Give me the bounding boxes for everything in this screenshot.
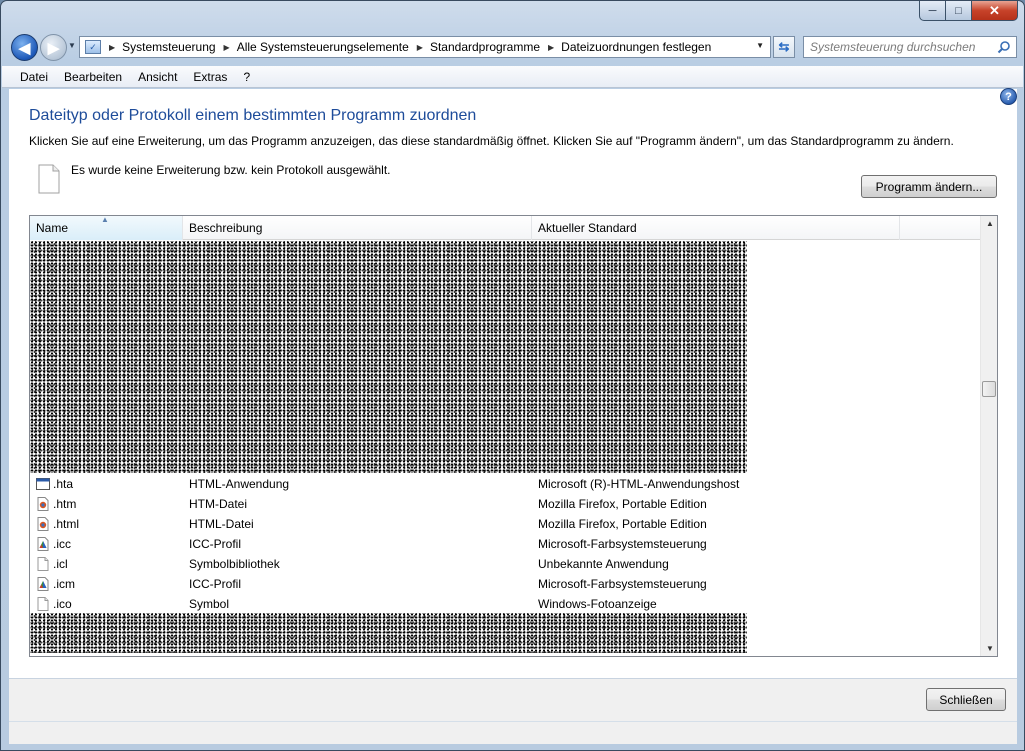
- back-button[interactable]: ◀: [11, 34, 38, 61]
- row-description: ICC-Profil: [189, 577, 242, 591]
- menu-help[interactable]: ?: [235, 70, 258, 84]
- column-header-description[interactable]: Beschreibung: [183, 216, 532, 240]
- page-title: Dateityp oder Protokoll einem bestimmten…: [29, 107, 477, 124]
- row-default: Microsoft-Farbsystemsteuerung: [538, 537, 707, 551]
- breadcrumb-standardprogramme[interactable]: Standardprogramme: [430, 40, 540, 54]
- minimize-icon: ─: [928, 4, 937, 17]
- chevron-right-icon[interactable]: ▶: [548, 43, 554, 52]
- sort-ascending-icon: ▲: [101, 215, 109, 224]
- column-header-name[interactable]: ▲ Name: [30, 216, 183, 240]
- address-dropdown-icon[interactable]: ▼: [756, 41, 764, 50]
- obscured-rows: [30, 241, 747, 473]
- control-panel-window: ─ □ ✕ ◀ ▶ ▼ ✓ ▶ Systemsteuerung ▶ Alle S…: [0, 0, 1025, 751]
- row-name: .htm: [53, 497, 77, 511]
- caption-buttons: ─ □ ✕: [919, 1, 1018, 21]
- scroll-up-icon[interactable]: ▲: [986, 219, 994, 228]
- forward-arrow-icon: ▶: [47, 39, 60, 57]
- list-item[interactable]: .html HTML-Datei Mozilla Firefox, Portab…: [30, 514, 980, 534]
- color-profile-icon: [37, 577, 49, 591]
- column-header-filler: [900, 216, 980, 240]
- row-name: .icc: [53, 537, 71, 551]
- firefox-document-icon: [37, 497, 49, 511]
- row-name: .hta: [53, 477, 74, 491]
- row-description: ICC-Profil: [189, 537, 242, 551]
- chevron-right-icon[interactable]: ▶: [109, 43, 115, 52]
- scroll-down-icon[interactable]: ▼: [986, 644, 994, 653]
- selection-status: Es wurde keine Erweiterung bzw. kein Pro…: [71, 163, 391, 177]
- color-profile-icon: [37, 537, 49, 551]
- list-item[interactable]: .icc ICC-Profil Microsoft-Farbsystemsteu…: [30, 534, 980, 554]
- search-box[interactable]: [803, 36, 1017, 58]
- row-default: Mozilla Firefox, Portable Edition: [538, 517, 707, 531]
- address-bar[interactable]: ✓ ▶ Systemsteuerung ▶ Alle Systemsteueru…: [79, 36, 771, 58]
- navigation-bar: ◀ ▶ ▼ ✓ ▶ Systemsteuerung ▶ Alle Systems…: [9, 33, 1017, 61]
- content-area: ? Dateityp oder Protokoll einem bestimmt…: [9, 88, 1017, 678]
- footer: Schließen: [9, 679, 1017, 721]
- list-item[interactable]: .icl Symbolbibliothek Unbekannte Anwendu…: [30, 554, 980, 574]
- row-description: HTML-Anwendung: [189, 477, 290, 491]
- list-body: .hta HTML-Anwendung Microsoft (R)-HTML-A…: [30, 241, 980, 656]
- column-header-default[interactable]: Aktueller Standard: [532, 216, 900, 240]
- column-header-description-label: Beschreibung: [189, 221, 263, 235]
- search-input[interactable]: [804, 37, 984, 57]
- file-association-list[interactable]: ▲ Name Beschreibung Aktueller Standard .…: [29, 215, 998, 657]
- row-description: HTM-Datei: [189, 497, 248, 511]
- row-description: HTML-Datei: [189, 517, 254, 531]
- blank-document-icon: [37, 557, 49, 571]
- list-header: ▲ Name Beschreibung Aktueller Standard: [30, 216, 980, 240]
- page-description: Klicken Sie auf eine Erweiterung, um das…: [29, 134, 954, 148]
- list-item[interactable]: .icm ICC-Profil Microsoft-Farbsystemsteu…: [30, 574, 980, 594]
- row-name: .html: [53, 517, 80, 531]
- control-panel-icon: ✓: [85, 40, 101, 54]
- help-icon[interactable]: ?: [1000, 88, 1017, 105]
- close-window-button[interactable]: ✕: [972, 1, 1018, 21]
- maximize-button[interactable]: □: [946, 1, 972, 21]
- menu-datei[interactable]: Datei: [12, 70, 56, 84]
- vertical-scrollbar[interactable]: ▲ ▼: [980, 216, 997, 656]
- chevron-right-icon[interactable]: ▶: [224, 43, 230, 52]
- row-description: Symbol: [189, 597, 230, 611]
- change-program-button[interactable]: Programm ändern...: [861, 175, 997, 198]
- hta-icon: [36, 478, 50, 490]
- row-default: Unbekannte Anwendung: [538, 557, 669, 571]
- list-item[interactable]: .ico Symbol Windows-Fotoanzeige: [30, 594, 980, 614]
- column-header-name-label: Name: [36, 221, 69, 235]
- firefox-document-icon: [37, 517, 49, 531]
- close-button[interactable]: Schließen: [926, 688, 1006, 711]
- row-default: Microsoft-Farbsystemsteuerung: [538, 577, 707, 591]
- row-name: .ico: [53, 597, 72, 611]
- row-default: Mozilla Firefox, Portable Edition: [538, 497, 707, 511]
- blank-document-icon: [37, 597, 49, 611]
- recent-pages-dropdown[interactable]: ▼: [68, 41, 76, 50]
- list-item[interactable]: .htm HTM-Datei Mozilla Firefox, Portable…: [30, 494, 980, 514]
- minimize-button[interactable]: ─: [919, 1, 946, 21]
- breadcrumb-alle-elemente[interactable]: Alle Systemsteuerungselemente: [237, 40, 409, 54]
- list-item[interactable]: .hta HTML-Anwendung Microsoft (R)-HTML-A…: [30, 474, 980, 494]
- row-name: .icl: [53, 557, 68, 571]
- row-name: .icm: [53, 577, 75, 591]
- menu-bearbeiten[interactable]: Bearbeiten: [56, 70, 130, 84]
- row-default: Windows-Fotoanzeige: [538, 597, 657, 611]
- search-icon[interactable]: [997, 40, 1011, 54]
- breadcrumb-systemsteuerung[interactable]: Systemsteuerung: [122, 40, 215, 54]
- blank-document-icon: [38, 164, 60, 194]
- breadcrumb-dateizuordnungen[interactable]: Dateizuordnungen festlegen: [561, 40, 711, 54]
- menu-bar: Datei Bearbeiten Ansicht Extras ?: [2, 66, 1023, 88]
- row-description: Symbolbibliothek: [189, 557, 280, 571]
- status-bar: [9, 721, 1017, 744]
- refresh-icon: ⇆: [778, 39, 790, 54]
- forward-button[interactable]: ▶: [40, 34, 67, 61]
- scroll-thumb[interactable]: [982, 381, 996, 397]
- column-header-default-label: Aktueller Standard: [538, 221, 637, 235]
- close-icon: ✕: [989, 2, 1000, 18]
- row-default: Microsoft (R)-HTML-Anwendungshost: [538, 477, 740, 491]
- refresh-button[interactable]: ⇆: [773, 36, 795, 58]
- menu-ansicht[interactable]: Ansicht: [130, 70, 185, 84]
- menu-extras[interactable]: Extras: [185, 70, 235, 84]
- obscured-rows: [30, 613, 747, 653]
- back-arrow-icon: ◀: [18, 39, 31, 57]
- maximize-icon: □: [955, 4, 962, 17]
- chevron-right-icon[interactable]: ▶: [417, 43, 423, 52]
